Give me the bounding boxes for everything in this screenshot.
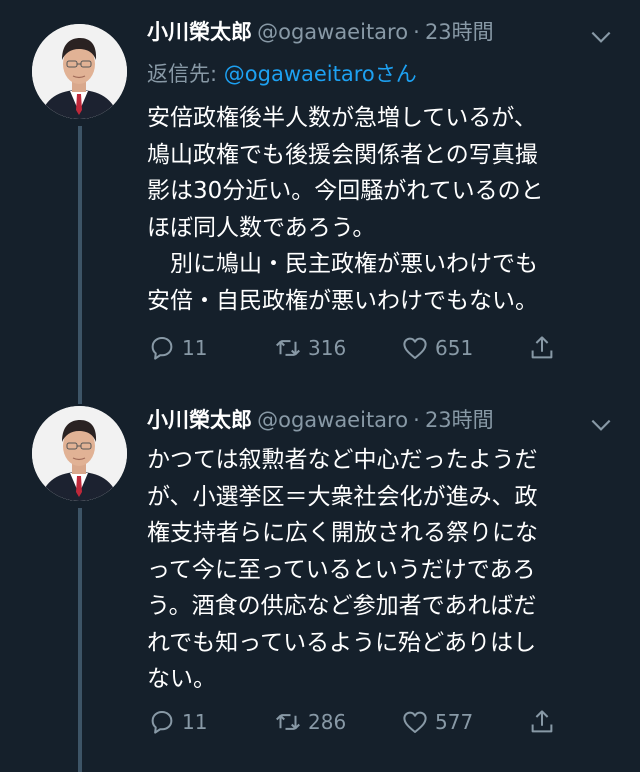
timestamp[interactable]: 23時間 (425, 20, 494, 44)
retweet-icon (276, 714, 300, 730)
share-button[interactable] (527, 704, 557, 740)
reply-to: 返信先: @ogawaeitaroさん (147, 58, 417, 88)
reply-icon (151, 711, 173, 734)
tweet-text-line: 影は30分近い。今回騒がれているのと (147, 178, 544, 204)
tweet-text-line: 安倍政権後半人数が急増しているが、 (147, 105, 537, 131)
tweet-header: 小川榮太郎 @ogawaeitaro · 23時間 (147, 404, 640, 440)
tweet-text-line: 権支持者らに広く開放される祭りにな (147, 520, 538, 546)
tweet-text-line: ほぼ同人数であろう。 (147, 214, 376, 241)
share-button[interactable] (527, 330, 557, 366)
tweet-text-line: れでも知っているように殆どありはし (147, 629, 537, 656)
tweet-text-line: が、小選挙区＝大衆社会化が進み、政 (147, 483, 538, 510)
reply-to-prefix: 返信先: (147, 62, 218, 86)
tweet-text-line: かつては叙勲者など中心だったようだ (147, 447, 538, 473)
avatar[interactable] (32, 406, 127, 501)
author-handle[interactable]: @ogawaeitaro (257, 408, 408, 432)
share-icon (531, 710, 553, 733)
tweet-header: 小川榮太郎 @ogawaeitaro · 23時間 (147, 16, 640, 52)
author-name[interactable]: 小川榮太郎 (147, 408, 252, 432)
tweet-text: かつては叙勲者など中心だったようだ が、小選挙区＝大衆社会化が進み、政 権支持者… (147, 442, 615, 698)
tweet-text-line: う。酒食の供応など参加者であればだ (147, 593, 537, 619)
like-count: 577 (435, 710, 474, 734)
retweet-button[interactable]: 286 (273, 704, 346, 740)
retweet-count: 316 (308, 336, 347, 360)
tweet[interactable]: 小川榮太郎 @ogawaeitaro · 23時間 かつては叙勲者など中心だった… (0, 396, 640, 772)
reply-to-mention[interactable]: @ogawaeitaroさん (224, 62, 417, 86)
retweet-count: 286 (308, 710, 347, 734)
tweet-text-line: 鳩山政権でも後援会関係者との写真撮 (147, 141, 538, 168)
reply-button[interactable]: 11 (147, 330, 207, 366)
chevron-down-icon[interactable] (588, 24, 614, 50)
like-count: 651 (435, 336, 474, 360)
author-name[interactable]: 小川榮太郎 (147, 20, 252, 44)
separator-dot: · (413, 20, 420, 44)
tweet-text-line: ない。 (147, 666, 216, 692)
like-button[interactable]: 651 (400, 330, 473, 366)
tweet-text-line: 安倍・自民政権が悪いわけでもない。 (147, 287, 538, 314)
tweet-text-line: 別に鳩山・民主政権が悪いわけでも (147, 251, 538, 277)
tweet-text-line: って今に至っているというだけであろ (147, 556, 536, 583)
separator-dot: · (413, 408, 420, 432)
reply-count: 11 (182, 336, 208, 360)
author-handle[interactable]: @ogawaeitaro (257, 20, 408, 44)
reply-icon (151, 337, 173, 360)
share-icon (531, 336, 553, 359)
reply-button[interactable]: 11 (147, 704, 207, 740)
timestamp[interactable]: 23時間 (425, 408, 494, 432)
chevron-down-icon[interactable] (588, 412, 614, 438)
tweet[interactable]: 小川榮太郎 @ogawaeitaro · 23時間 返信先: @ogawaeit… (0, 0, 640, 396)
heart-icon (403, 711, 427, 733)
reply-count: 11 (182, 710, 208, 734)
retweet-icon (276, 340, 300, 356)
like-button[interactable]: 577 (400, 704, 473, 740)
tweet-actions: 11 316 651 (147, 330, 567, 366)
avatar[interactable] (32, 24, 127, 119)
heart-icon (403, 337, 427, 359)
tweet-actions: 11 286 577 (147, 704, 567, 740)
tweet-text: 安倍政権後半人数が急増しているが、 鳩山政権でも後援会関係者との写真撮 影は30… (147, 100, 615, 319)
retweet-button[interactable]: 316 (273, 330, 346, 366)
